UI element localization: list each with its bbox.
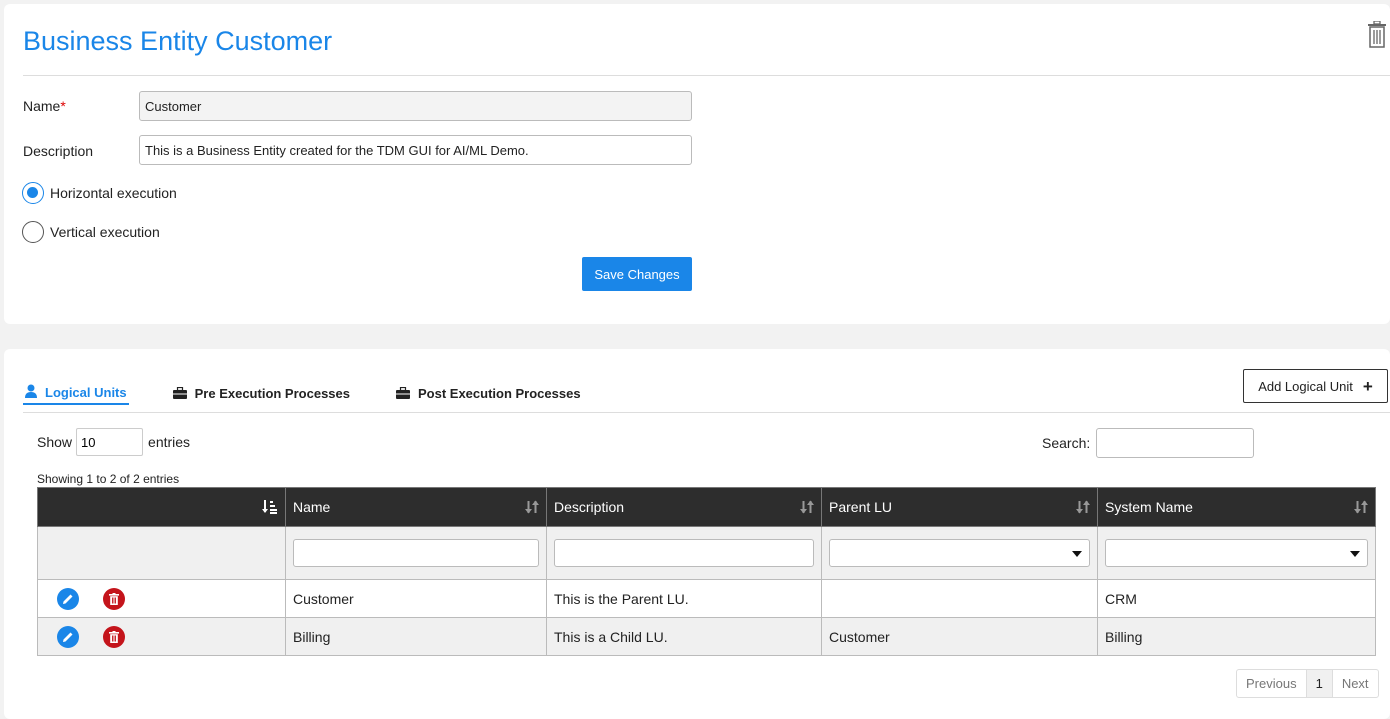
horizontal-execution-label: Horizontal execution — [50, 185, 177, 201]
vertical-execution-option[interactable]: Vertical execution — [22, 221, 160, 243]
cell-description: This is the Parent LU. — [546, 579, 822, 618]
tab-bar: Logical Units Pre Execution Processes Po… — [23, 381, 625, 411]
description-filter-input[interactable] — [554, 539, 814, 567]
show-label: Show — [37, 434, 73, 450]
description-label: Description — [23, 143, 94, 159]
page-length-control: Show entries — [37, 428, 190, 456]
add-logical-unit-button[interactable]: Add Logical Unit + — [1243, 369, 1388, 403]
cell-system-name: CRM — [1097, 579, 1376, 618]
sort-descending-icon — [262, 500, 278, 517]
filter-cell-parent-lu — [821, 526, 1098, 580]
delete-icon[interactable] — [103, 587, 125, 610]
row-actions — [37, 579, 286, 618]
table-search: Search: — [1042, 428, 1255, 458]
logical-units-card: Logical Units Pre Execution Processes Po… — [4, 349, 1390, 719]
title-divider — [23, 75, 1390, 76]
horizontal-execution-option[interactable]: Horizontal execution — [22, 182, 177, 204]
tab-logical-units[interactable]: Logical Units — [23, 381, 129, 405]
cell-name: Customer — [285, 579, 547, 618]
table-header-row: Name Description Parent LU System Name — [37, 487, 1376, 527]
delete-entity-icon[interactable] — [1366, 20, 1388, 51]
filter-row — [37, 526, 1376, 580]
name-field[interactable] — [139, 91, 692, 121]
page-1-button[interactable]: 1 — [1305, 670, 1333, 697]
search-label: Search: — [1042, 435, 1091, 451]
edit-icon[interactable] — [57, 625, 79, 648]
sort-icon — [1354, 500, 1368, 517]
cell-parent-lu: Customer — [821, 617, 1098, 656]
business-entity-form-card: Business Entity Customer Name* Descripti… — [4, 4, 1390, 324]
tabs-divider — [23, 412, 1390, 413]
logical-units-table: Name Description Parent LU System Name C… — [37, 487, 1376, 656]
page-title: Business Entity Customer — [23, 26, 333, 56]
filter-cell-system-name — [1097, 526, 1376, 580]
name-label: Name* — [23, 98, 66, 114]
vertical-execution-label: Vertical execution — [50, 224, 160, 240]
delete-icon[interactable] — [103, 625, 125, 648]
briefcase-icon — [172, 387, 187, 399]
name-filter-input[interactable] — [293, 539, 539, 567]
sort-icon — [525, 500, 539, 517]
cell-name: Billing — [285, 617, 547, 656]
briefcase-icon — [395, 387, 410, 399]
description-field[interactable] — [139, 135, 692, 165]
vertical-execution-radio[interactable] — [22, 221, 44, 243]
tab-post-execution-processes[interactable]: Post Execution Processes — [394, 381, 583, 405]
chevron-down-icon — [1350, 551, 1360, 557]
plus-icon: + — [1362, 376, 1373, 396]
tab-pre-execution-processes[interactable]: Pre Execution Processes — [171, 381, 352, 405]
column-header-description[interactable]: Description — [546, 487, 822, 527]
filter-cell-empty — [37, 526, 286, 580]
save-changes-button[interactable]: Save Changes — [582, 257, 692, 291]
next-page-button[interactable]: Next — [1333, 670, 1378, 697]
chevron-down-icon — [1072, 551, 1082, 557]
entries-label: entries — [148, 434, 191, 450]
column-header-actions[interactable] — [37, 487, 286, 527]
filter-cell-name — [285, 526, 547, 580]
system-name-filter-select[interactable] — [1105, 539, 1368, 567]
filter-cell-description — [546, 526, 822, 580]
search-input[interactable] — [1096, 428, 1255, 458]
row-actions — [37, 617, 286, 656]
column-header-system-name[interactable]: System Name — [1097, 487, 1376, 527]
user-icon — [25, 384, 37, 398]
page-length-input[interactable] — [76, 428, 144, 456]
sort-icon — [1076, 500, 1090, 517]
column-header-name[interactable]: Name — [285, 487, 547, 527]
column-header-parent-lu[interactable]: Parent LU — [821, 487, 1098, 527]
table-row: Customer This is the Parent LU. CRM — [37, 579, 1376, 618]
parent-lu-filter-select[interactable] — [829, 539, 1090, 567]
table-row: Billing This is a Child LU. Customer Bil… — [37, 617, 1376, 656]
cell-description: This is a Child LU. — [546, 617, 822, 656]
table-info: Showing 1 to 2 of 2 entries — [37, 472, 180, 486]
cell-parent-lu — [821, 579, 1098, 618]
pagination: Previous 1 Next — [1236, 669, 1379, 698]
required-mark: * — [60, 98, 66, 114]
previous-page-button[interactable]: Previous — [1237, 670, 1306, 697]
cell-system-name: Billing — [1097, 617, 1376, 656]
sort-icon — [800, 500, 814, 517]
horizontal-execution-radio[interactable] — [22, 182, 44, 204]
edit-icon[interactable] — [57, 587, 79, 610]
